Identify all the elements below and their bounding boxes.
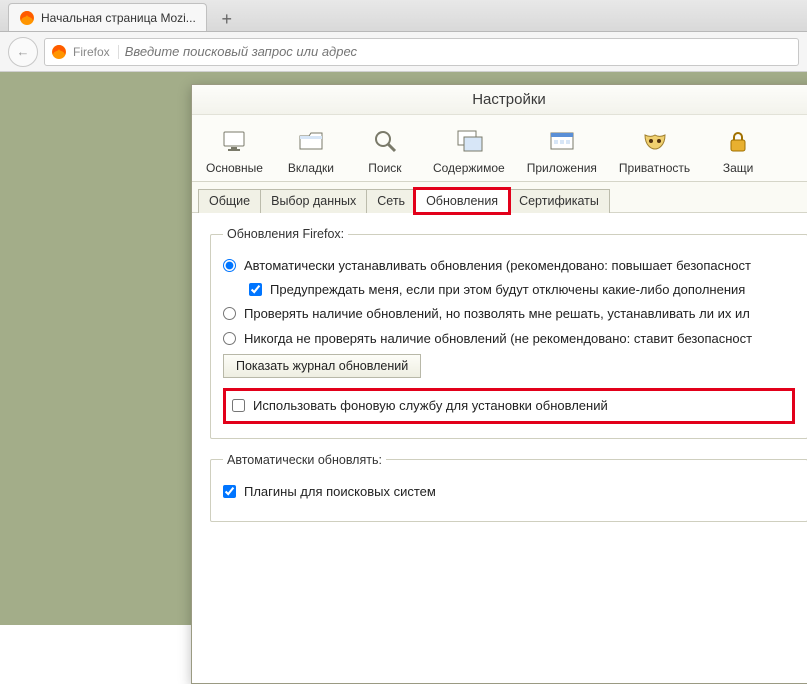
- history-row: Показать журнал обновлений: [223, 354, 795, 378]
- back-button[interactable]: ←: [8, 37, 38, 67]
- identity-label: Firefox: [73, 45, 119, 59]
- subtab-general[interactable]: Общие: [198, 189, 261, 213]
- nav-bar: ← Firefox: [0, 32, 807, 72]
- toolbar-content[interactable]: Содержимое: [423, 121, 515, 181]
- subtab-certs[interactable]: Сертификаты: [508, 189, 610, 213]
- lock-icon: [722, 125, 754, 157]
- radio-auto-row: Автоматически устанавливать обновления (…: [223, 257, 795, 275]
- toolbar-apps[interactable]: Приложения: [517, 121, 607, 181]
- toolbar-label: Содержимое: [433, 161, 505, 175]
- highlighted-bg-service: Использовать фоновую службу для установк…: [223, 388, 795, 424]
- settings-toolbar: Основные Вкладки Поиск Содержимое Прилож…: [192, 115, 807, 182]
- firefox-icon: [51, 44, 67, 60]
- url-bar[interactable]: Firefox: [44, 38, 799, 66]
- check-bg-service-label: Использовать фоновую службу для установк…: [253, 397, 608, 415]
- browser-tab[interactable]: Начальная страница Mozi...: [8, 3, 207, 31]
- radio-never-check[interactable]: [223, 332, 236, 345]
- check-plugins-row: Плагины для поисковых систем: [223, 483, 795, 501]
- mask-icon: [639, 125, 671, 157]
- radio-never-row: Никогда не проверять наличие обновлений …: [223, 330, 795, 348]
- advanced-subtabs: Общие Выбор данных Сеть Обновления Серти…: [192, 182, 807, 213]
- show-update-history-button[interactable]: Показать журнал обновлений: [223, 354, 421, 378]
- check-bg-service[interactable]: [232, 399, 245, 412]
- toolbar-general[interactable]: Основные: [196, 121, 273, 181]
- settings-title: Настройки: [192, 85, 807, 115]
- toolbar-search[interactable]: Поиск: [349, 121, 421, 181]
- back-arrow-icon: ←: [17, 44, 30, 59]
- toolbar-label: Приложения: [527, 161, 597, 175]
- subtab-network[interactable]: Сеть: [366, 189, 416, 213]
- content-viewport: Настройки Основные Вкладки Поиск Содержи…: [0, 72, 807, 625]
- monitor-icon: [218, 125, 250, 157]
- toolbar-privacy[interactable]: Приватность: [609, 121, 700, 181]
- firefox-icon: [19, 10, 35, 26]
- toolbar-tabs[interactable]: Вкладки: [275, 121, 347, 181]
- apps-icon: [546, 125, 578, 157]
- check-warn-label: Предупреждать меня, если при этом будут …: [270, 281, 745, 299]
- toolbar-label: Вкладки: [288, 161, 334, 175]
- updates-panel: Обновления Firefox: Автоматически устана…: [192, 213, 807, 550]
- check-search-plugins[interactable]: [223, 485, 236, 498]
- radio-never-label: Никогда не проверять наличие обновлений …: [244, 330, 752, 348]
- subtab-updates[interactable]: Обновления: [415, 189, 509, 213]
- search-icon: [369, 125, 401, 157]
- address-input[interactable]: [125, 44, 792, 59]
- tab-title: Начальная страница Mozi...: [41, 11, 196, 25]
- content-icon: [453, 125, 485, 157]
- check-warn-row: Предупреждать меня, если при этом будут …: [223, 281, 795, 299]
- toolbar-label: Защи: [723, 161, 754, 175]
- check-warn-addons[interactable]: [249, 283, 262, 296]
- group-legend: Обновления Firefox:: [223, 227, 348, 241]
- radio-auto-label: Автоматически устанавливать обновления (…: [244, 257, 751, 275]
- auto-update-group: Автоматически обновлять: Плагины для пои…: [210, 453, 807, 522]
- toolbar-label: Поиск: [368, 161, 401, 175]
- new-tab-button[interactable]: +: [213, 7, 241, 31]
- radio-check-label: Проверять наличие обновлений, но позволя…: [244, 305, 750, 323]
- toolbar-security[interactable]: Защи: [702, 121, 774, 181]
- subtab-datachoice[interactable]: Выбор данных: [260, 189, 367, 213]
- check-plugins-label: Плагины для поисковых систем: [244, 483, 436, 501]
- radio-check-updates[interactable]: [223, 307, 236, 320]
- radio-check-row: Проверять наличие обновлений, но позволя…: [223, 305, 795, 323]
- firefox-updates-group: Обновления Firefox: Автоматически устана…: [210, 227, 807, 439]
- group-legend: Автоматически обновлять:: [223, 453, 386, 467]
- toolbar-label: Приватность: [619, 161, 690, 175]
- toolbar-label: Основные: [206, 161, 263, 175]
- tab-strip: Начальная страница Mozi... +: [0, 0, 807, 32]
- plus-icon: +: [222, 9, 233, 30]
- folder-icon: [295, 125, 327, 157]
- settings-window: Настройки Основные Вкладки Поиск Содержи…: [191, 84, 807, 684]
- radio-auto-install[interactable]: [223, 259, 236, 272]
